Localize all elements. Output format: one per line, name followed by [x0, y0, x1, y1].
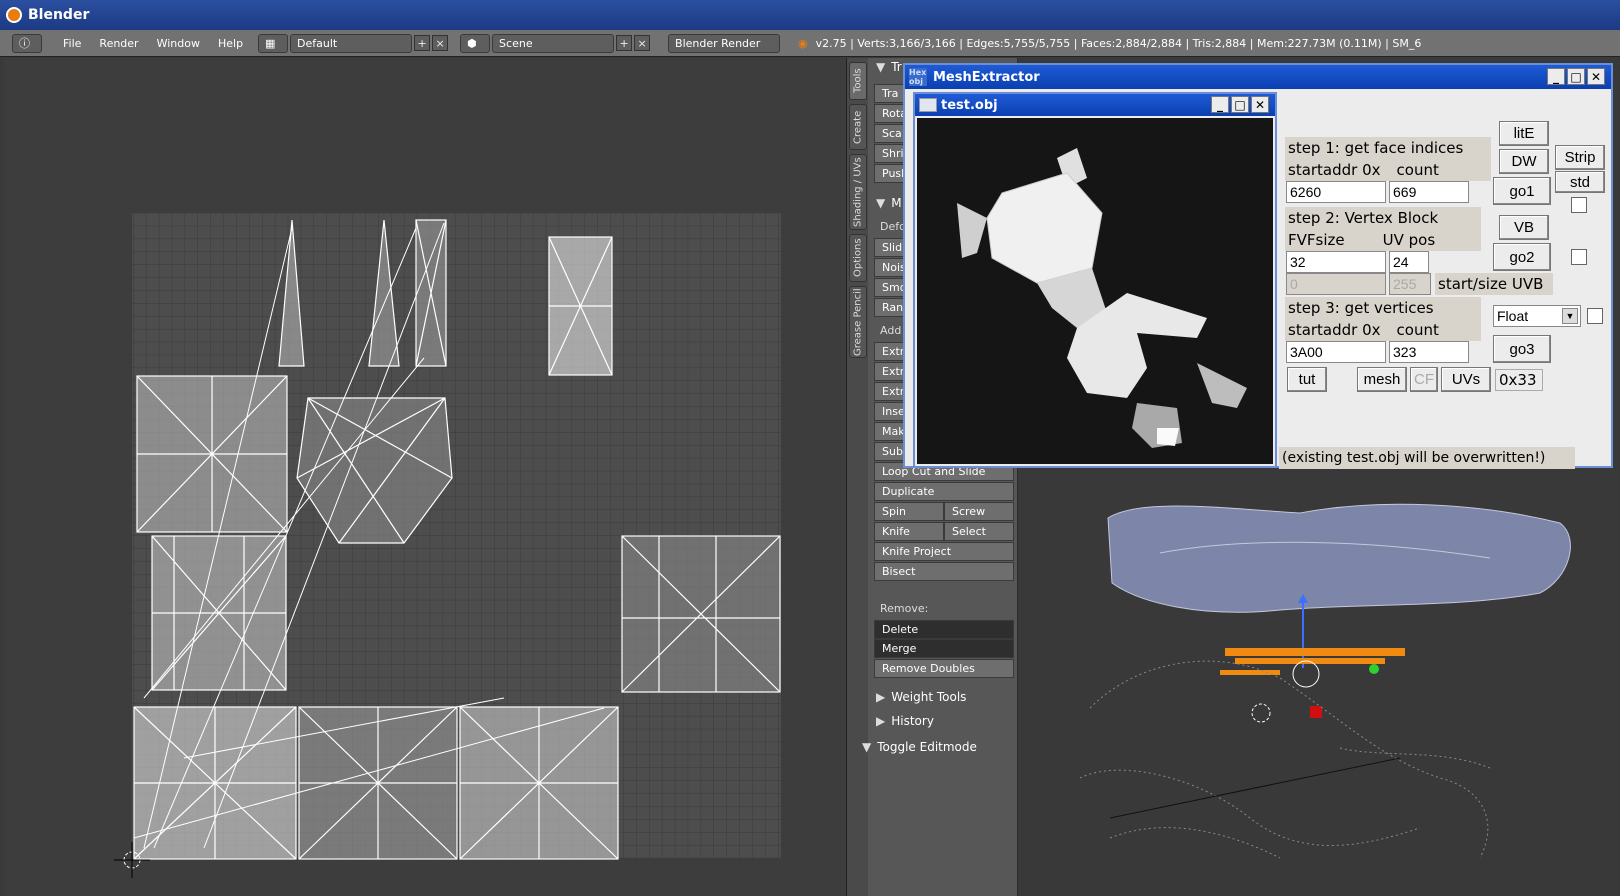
face-count-input[interactable]: 669	[1389, 181, 1469, 203]
minimize-icon[interactable]: _	[1211, 96, 1229, 113]
test-obj-window: test.obj _ □ ✕	[913, 92, 1277, 468]
step3-startaddr-label: startaddr 0x count	[1285, 319, 1481, 341]
lite-button[interactable]: litE	[1499, 121, 1549, 146]
maximize-icon[interactable]: □	[1567, 68, 1585, 85]
tab-shading-uvs[interactable]: Shading / UVs	[849, 154, 867, 230]
blender-small-icon: ◉	[798, 36, 808, 50]
menu-file[interactable]: File	[54, 37, 90, 50]
face-checkbox[interactable]	[1571, 197, 1587, 213]
render-engine-selector[interactable]: Blender Render	[668, 33, 781, 53]
fvfsize-input[interactable]: 32	[1286, 251, 1386, 273]
character-model	[957, 148, 1247, 448]
panel-header-weight-tools[interactable]: ▶ Weight Tools	[876, 690, 966, 704]
add-label: Add	[880, 324, 902, 337]
dw-button[interactable]: DW	[1499, 149, 1549, 174]
panel-header-mesh-tools[interactable]: ▼ M	[876, 196, 902, 210]
uv-editor[interactable]	[4, 58, 846, 896]
menu-render[interactable]: Render	[90, 37, 147, 50]
hex-value: 0x33	[1495, 369, 1543, 391]
uvpos-input[interactable]: 24	[1389, 251, 1429, 273]
scene-icon[interactable]: ⬢	[460, 33, 491, 53]
uvb-label: start/size UVB	[1435, 273, 1553, 295]
remove-doubles-button[interactable]: Remove Doubles	[874, 659, 1014, 678]
panel-header-history[interactable]: ▶ History	[876, 714, 934, 728]
close-icon[interactable]: ✕	[1587, 68, 1605, 85]
step1-startaddr-label: startaddr 0x count	[1285, 159, 1491, 181]
meshextractor-title: MeshExtractor	[933, 69, 1040, 85]
tab-tools[interactable]: Tools	[849, 62, 867, 100]
uvb-size-input: 255	[1389, 273, 1431, 295]
remove-layout-icon[interactable]: ×	[432, 35, 449, 51]
step2-label: step 2: Vertex Block	[1285, 207, 1481, 229]
uv-canvas[interactable]	[4, 58, 846, 896]
test-obj-title: test.obj	[941, 97, 998, 113]
merge-dropdown[interactable]: Merge	[874, 639, 1014, 658]
menu-window[interactable]: Window	[148, 37, 209, 50]
tab-create[interactable]: Create	[849, 104, 867, 150]
info-editor-icon[interactable]: ⓘ	[12, 33, 42, 53]
status-text: (existing test.obj will be overwritten!)	[1279, 447, 1575, 469]
vertex-startaddr-input[interactable]: 3A00	[1286, 341, 1386, 363]
obj-preview[interactable]	[917, 118, 1273, 464]
delete-dropdown[interactable]: Delete	[874, 620, 1014, 639]
tab-grease-pencil[interactable]: Grease Pencil	[849, 286, 867, 358]
go2-button[interactable]: go2	[1493, 243, 1551, 271]
remove-label: Remove:	[880, 602, 929, 615]
spin-button[interactable]: Spin	[874, 502, 944, 521]
float-select[interactable]: Float ▼	[1493, 305, 1581, 327]
go3-button[interactable]: go3	[1493, 335, 1551, 363]
chevron-down-icon[interactable]: ▼	[1562, 308, 1578, 324]
select-button[interactable]: Select	[944, 522, 1014, 541]
step3-label: step 3: get vertices	[1285, 297, 1481, 319]
scene-selector[interactable]: Scene	[492, 33, 615, 53]
panel-header-toggle-editmode[interactable]: ▼ Toggle Editmode	[862, 740, 977, 754]
app-title: Blender	[28, 7, 90, 23]
cf-button: CF	[1410, 367, 1438, 392]
blender-logo-icon	[6, 7, 22, 23]
layout-selector[interactable]: Default	[290, 33, 413, 53]
app-titlebar: Blender	[0, 0, 1620, 30]
maximize-icon[interactable]: □	[1231, 96, 1249, 113]
vertex-count-input[interactable]: 323	[1389, 341, 1469, 363]
vertex-checkbox[interactable]	[1571, 249, 1587, 265]
window-icon	[919, 98, 937, 112]
tab-options[interactable]: Options	[849, 234, 867, 282]
std-button[interactable]: std	[1555, 171, 1605, 193]
toolshelf-tabs: Tools Create Shading / UVs Options Greas…	[846, 58, 868, 896]
tut-button[interactable]: tut	[1287, 367, 1327, 392]
knife-project-button[interactable]: Knife Project	[874, 542, 1014, 561]
close-icon[interactable]: ✕	[1251, 96, 1269, 113]
fvf-uv-label: FVFsize UV pos	[1285, 229, 1481, 251]
bisect-button[interactable]: Bisect	[874, 562, 1014, 581]
float-checkbox[interactable]	[1587, 308, 1603, 324]
mesh-button[interactable]: mesh	[1357, 367, 1407, 392]
strip-button[interactable]: Strip	[1555, 145, 1605, 170]
vb-button[interactable]: VB	[1499, 215, 1549, 240]
layout-icon[interactable]: ▦	[258, 33, 289, 53]
uvs-button[interactable]: UVs	[1441, 367, 1491, 392]
deform-label: Defo	[880, 220, 906, 233]
panel-header-transform[interactable]: ▼ Tr	[876, 60, 902, 74]
stats-text: v2.75 | Verts:3,166/3,166 | Edges:5,755/…	[815, 36, 1422, 50]
knife-button[interactable]: Knife	[874, 522, 944, 541]
screw-button[interactable]: Screw	[944, 502, 1014, 521]
remove-scene-icon[interactable]: ×	[634, 35, 651, 51]
add-layout-icon[interactable]: +	[414, 35, 431, 51]
add-scene-icon[interactable]: +	[616, 35, 633, 51]
meshextractor-titlebar[interactable]: Hex obj MeshExtractor	[905, 65, 1611, 89]
face-startaddr-input[interactable]: 6260	[1286, 181, 1386, 203]
go1-button[interactable]: go1	[1493, 177, 1551, 205]
duplicate-button[interactable]: Duplicate	[874, 482, 1014, 501]
uvb-start-input: 0	[1286, 273, 1386, 295]
hex-obj-icon: Hex obj	[909, 68, 927, 86]
minimize-icon[interactable]: _	[1547, 68, 1565, 85]
step1-label: step 1: get face indices	[1285, 137, 1491, 159]
menubar: ⓘ File Render Window Help ▦ Default + × ⬢…	[0, 30, 1620, 57]
menu-help[interactable]: Help	[209, 37, 252, 50]
